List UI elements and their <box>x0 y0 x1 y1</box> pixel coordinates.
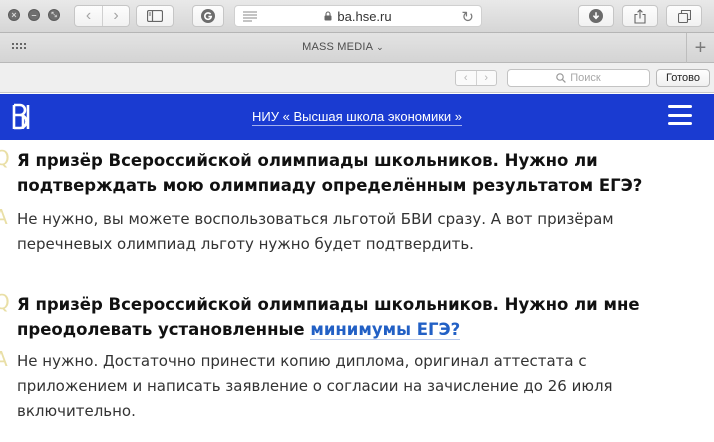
hamburger-icon <box>668 105 692 108</box>
site-title-link[interactable]: НИУ « Высшая школа экономики » <box>0 108 714 126</box>
url-text: ba.hse.ru <box>337 8 392 24</box>
share-button[interactable] <box>622 5 658 27</box>
reader-icon[interactable] <box>243 11 257 22</box>
new-tab-button[interactable]: + <box>686 33 714 63</box>
close-icon: × <box>11 9 17 20</box>
chevron-right-icon: › <box>484 72 489 84</box>
minimize-icon: – <box>31 9 37 20</box>
share-icon <box>634 8 646 24</box>
fullscreen-icon: ⤡ <box>51 11 57 19</box>
tab-title-label: MASS MEDIA <box>302 41 374 53</box>
minimize-window-button[interactable]: – <box>28 9 40 21</box>
fullscreen-window-button[interactable]: ⤡ <box>48 9 60 21</box>
back-button[interactable]: ‹ <box>75 6 102 26</box>
site-header: НИУ « Высшая школа экономики » <box>0 94 714 140</box>
menu-button[interactable] <box>668 105 692 125</box>
plus-icon: + <box>694 36 707 59</box>
chevron-left-icon: ‹ <box>85 7 92 24</box>
tabs-overview-icon <box>677 9 691 23</box>
download-icon <box>589 9 603 23</box>
tab-active[interactable]: MASS MEDIA ⌄ <box>0 41 686 53</box>
tab-bar: MASS MEDIA ⌄ + <box>0 33 714 63</box>
find-bar: ‹ › Поиск Готово <box>0 63 714 93</box>
answer-marker-icon: A <box>0 205 8 229</box>
question-marker-icon: Q <box>0 290 10 314</box>
chevron-down-icon: ⌄ <box>376 42 384 52</box>
find-navigation: ‹ › <box>455 70 497 86</box>
site-title-text: НИУ « Высшая школа экономики » <box>252 109 462 126</box>
lock-icon <box>324 11 332 21</box>
browser-toolbar: × – ⤡ ‹ › ba.hse.ru ↻ <box>0 0 714 33</box>
extension-button[interactable] <box>192 5 224 27</box>
faq-content: Q Я призёр Всероссийской олимпиады школь… <box>0 140 714 442</box>
find-previous-button[interactable]: ‹ <box>456 71 476 85</box>
chevron-left-icon: ‹ <box>463 72 468 84</box>
extension-icon <box>201 9 215 23</box>
address-bar[interactable]: ba.hse.ru ↻ <box>234 5 482 27</box>
downloads-button[interactable] <box>578 5 614 27</box>
chevron-right-icon: › <box>113 7 119 24</box>
close-window-button[interactable]: × <box>8 9 20 21</box>
answer-marker-icon: A <box>0 347 8 371</box>
question-marker-icon: Q <box>0 146 10 170</box>
forward-button[interactable]: › <box>101 6 129 26</box>
find-next-button[interactable]: › <box>475 71 497 85</box>
faq-answer-2: Не нужно. Достаточно принести копию дипл… <box>17 352 613 420</box>
done-button[interactable]: Готово <box>656 69 710 87</box>
faq-question-2: Я призёр Всероссийской олимпиады школьни… <box>17 292 677 342</box>
sidebar-icon <box>147 10 163 22</box>
show-tabs-button[interactable] <box>666 5 702 27</box>
history-nav: ‹ › <box>74 5 130 27</box>
search-icon <box>556 73 567 83</box>
find-placeholder: Поиск <box>570 72 601 84</box>
faq-answer-1: Не нужно, вы можете воспользоваться льго… <box>17 210 614 253</box>
faq-question-1: Я призёр Всероссийской олимпиады школьни… <box>17 151 643 195</box>
minimums-ege-link[interactable]: минимумы ЕГЭ? <box>310 320 461 340</box>
find-search-input[interactable]: Поиск <box>507 69 650 87</box>
sidebar-button[interactable] <box>136 5 174 27</box>
reload-icon[interactable]: ↻ <box>461 8 474 26</box>
